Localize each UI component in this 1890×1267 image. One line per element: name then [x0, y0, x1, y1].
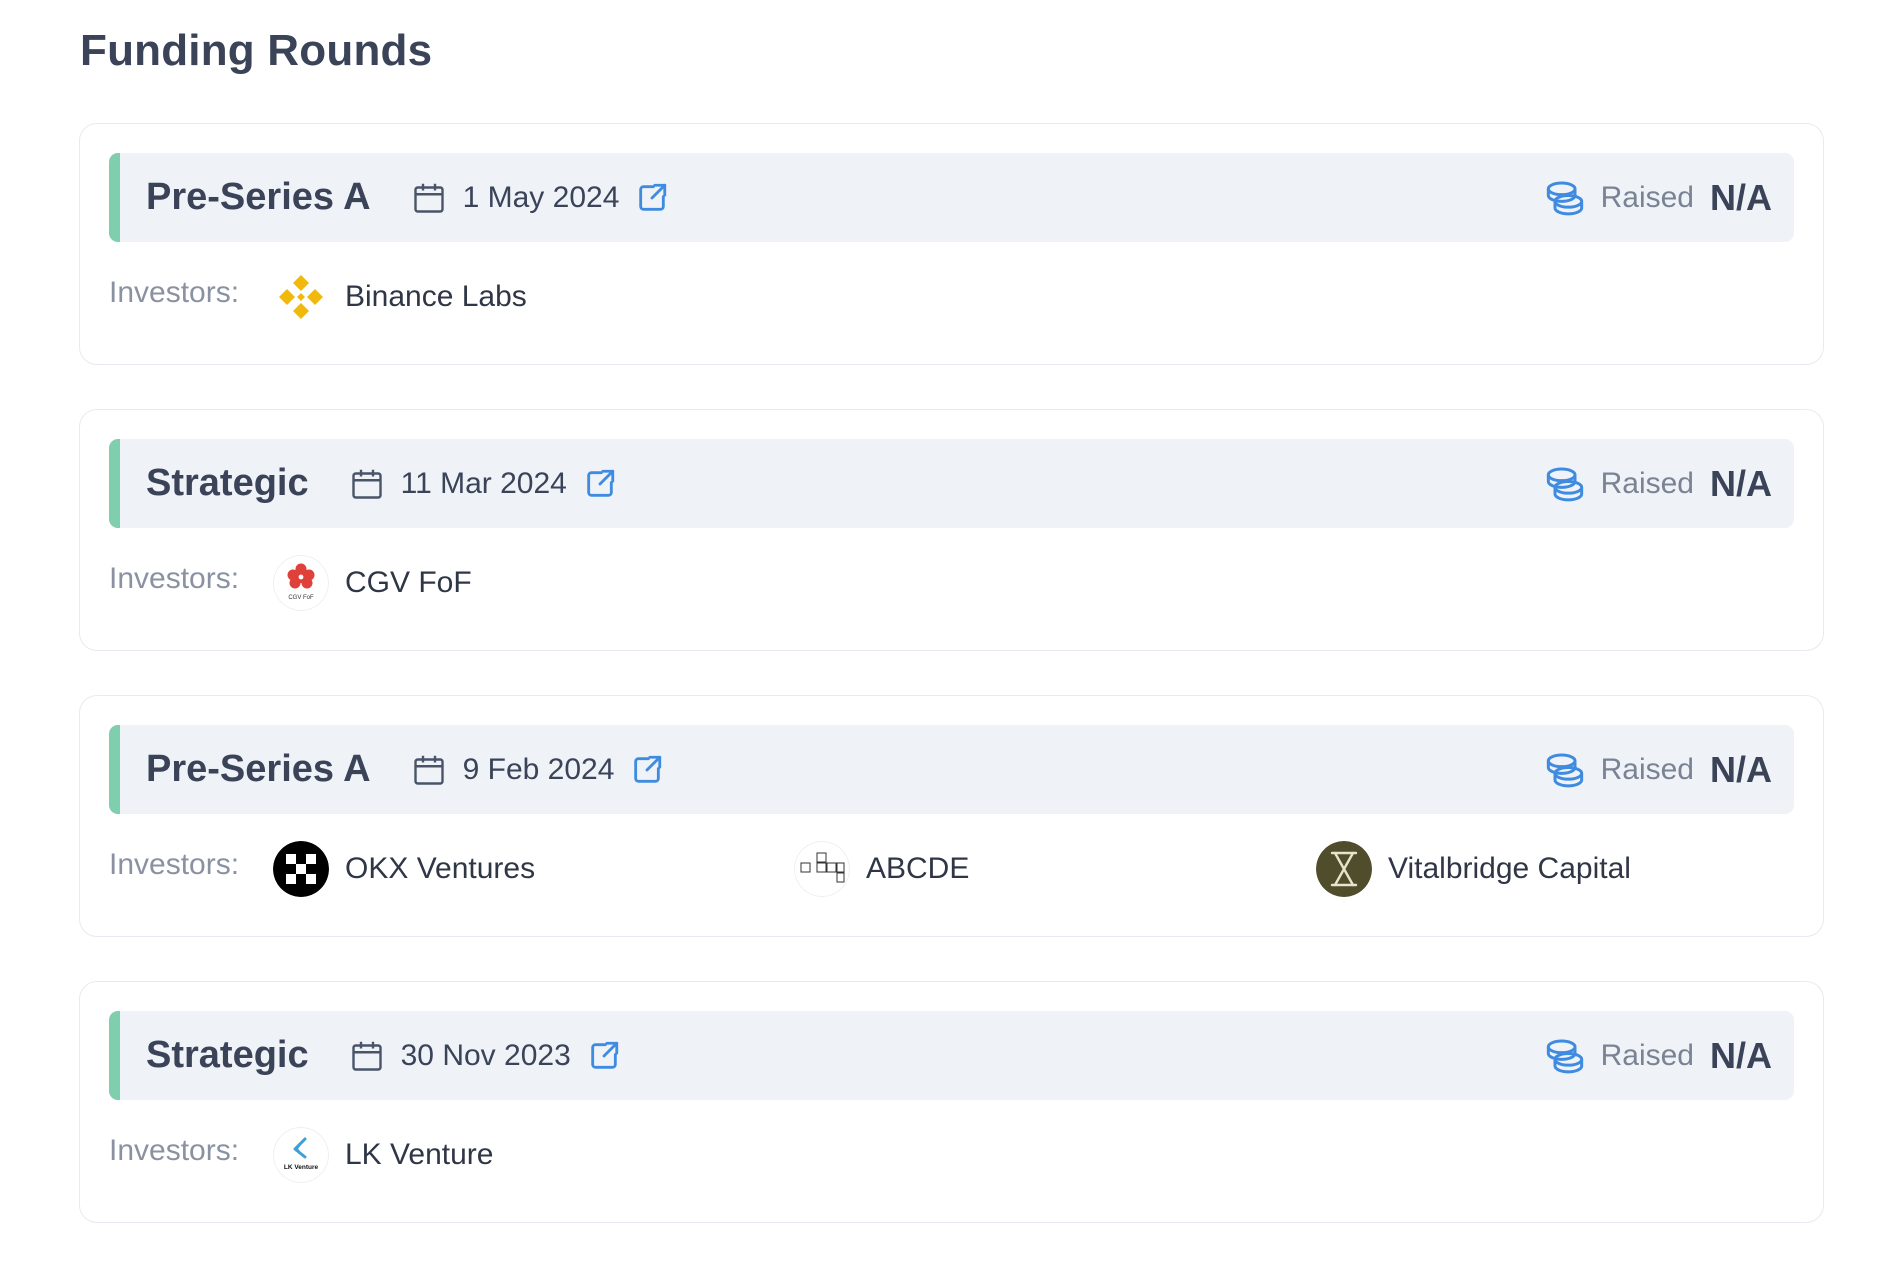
- investor-name: Vitalbridge Capital: [1388, 852, 1631, 885]
- round-header: Strategic 30 Nov 2023 Raised N/A: [109, 1011, 1794, 1100]
- okx-ventures-logo: [273, 841, 329, 897]
- investor-okx-ventures[interactable]: OKX Ventures: [273, 841, 535, 897]
- round-list: Pre-Series A 1 May 2024 Raised N/A Inves…: [79, 123, 1824, 1267]
- external-link-icon[interactable]: [583, 467, 617, 501]
- investors-label: Investors:: [109, 848, 240, 881]
- coins-icon: [1546, 753, 1583, 787]
- round-type: Strategic: [146, 1034, 309, 1076]
- date-group: 1 May 2024: [411, 180, 670, 216]
- round-card: Pre-Series A 9 Feb 2024 Raised N/A Inves…: [79, 695, 1824, 937]
- round-card: Strategic 30 Nov 2023 Raised N/A Investo…: [79, 981, 1824, 1223]
- investor-name: CGV FoF: [345, 566, 472, 599]
- svg-text:LK Venture: LK Venture: [284, 1164, 319, 1171]
- investors-label: Investors:: [109, 276, 240, 309]
- round-header: Strategic 11 Mar 2024 Raised N/A: [109, 439, 1794, 528]
- round-card: Pre-Series A 1 May 2024 Raised N/A Inves…: [79, 123, 1824, 365]
- investor-name: OKX Ventures: [345, 852, 536, 885]
- round-type: Strategic: [146, 462, 309, 504]
- external-link-icon[interactable]: [635, 181, 669, 215]
- date-group: 30 Nov 2023: [349, 1038, 621, 1074]
- section-title: Funding Rounds: [80, 26, 433, 75]
- round-type: Pre-Series A: [146, 748, 371, 790]
- raised-value: N/A: [1710, 748, 1772, 790]
- cgv-fof-logo: CGV FoF: [273, 555, 329, 611]
- raised-group: Raised N/A: [1543, 463, 1772, 505]
- lk-venture-logo: LK Venture: [273, 1127, 329, 1183]
- investors-label: Investors:: [109, 1134, 240, 1167]
- investor-abcde[interactable]: ABCDE: [794, 841, 969, 897]
- raised-group: Raised N/A: [1543, 177, 1772, 219]
- round-date: 11 Mar 2024: [400, 466, 567, 500]
- calendar-icon: [351, 1041, 382, 1071]
- coins-icon: [1546, 467, 1583, 501]
- calendar-icon: [413, 183, 444, 213]
- external-link-icon[interactable]: [630, 753, 664, 787]
- raised-group: Raised N/A: [1543, 749, 1772, 791]
- investors-row: Investors: Binance Labs: [109, 242, 1794, 352]
- raised-label: Raised: [1600, 466, 1694, 500]
- investors-row: Investors: LK Venture LK Venture: [109, 1100, 1794, 1210]
- date-group: 9 Feb 2024: [411, 752, 665, 788]
- abcde-logo: [794, 841, 850, 897]
- date-group: 11 Mar 2024: [349, 466, 617, 502]
- investors-row: Investors: CGV FoF CGV FoF: [109, 528, 1794, 638]
- vitalbridge-capital-logo: [1316, 841, 1372, 897]
- raised-label: Raised: [1600, 752, 1694, 786]
- investors-row: Investors: OKX Ventures ABCDE Vitalbridg…: [109, 814, 1794, 924]
- round-header: Pre-Series A 9 Feb 2024 Raised N/A: [109, 725, 1794, 814]
- raised-value: N/A: [1710, 1034, 1772, 1076]
- round-card: Strategic 11 Mar 2024 Raised N/A Investo…: [79, 409, 1824, 651]
- round-date: 30 Nov 2023: [400, 1038, 571, 1072]
- investor-vitalbridge-capital[interactable]: Vitalbridge Capital: [1316, 841, 1631, 897]
- coins-icon: [1546, 1039, 1583, 1073]
- raised-value: N/A: [1710, 462, 1772, 504]
- calendar-icon: [413, 755, 444, 785]
- funding-rounds-page: Funding Rounds Pre-Series A 1 May 2024 R…: [0, 0, 1890, 1238]
- round-date: 1 May 2024: [462, 180, 620, 214]
- coins-icon: [1546, 181, 1583, 215]
- external-link-icon[interactable]: [587, 1039, 621, 1073]
- investor-name: LK Venture: [345, 1138, 494, 1171]
- raised-group: Raised N/A: [1543, 1035, 1772, 1077]
- raised-value: N/A: [1710, 176, 1772, 218]
- raised-label: Raised: [1600, 180, 1694, 214]
- round-header: Pre-Series A 1 May 2024 Raised N/A: [109, 153, 1794, 242]
- investor-name: ABCDE: [866, 852, 970, 885]
- svg-text:CGV FoF: CGV FoF: [288, 595, 314, 601]
- round-type: Pre-Series A: [146, 176, 371, 218]
- calendar-icon: [351, 469, 382, 499]
- investor-lk-venture[interactable]: LK Venture LK Venture: [273, 1127, 493, 1183]
- raised-label: Raised: [1600, 1038, 1694, 1072]
- investor-binance-labs[interactable]: Binance Labs: [273, 269, 527, 325]
- investors-label: Investors:: [109, 562, 240, 595]
- investor-cgv-fof[interactable]: CGV FoF CGV FoF: [273, 555, 472, 611]
- binance-labs-logo: [273, 269, 329, 325]
- investor-name: Binance Labs: [345, 280, 527, 313]
- round-date: 9 Feb 2024: [462, 752, 615, 786]
